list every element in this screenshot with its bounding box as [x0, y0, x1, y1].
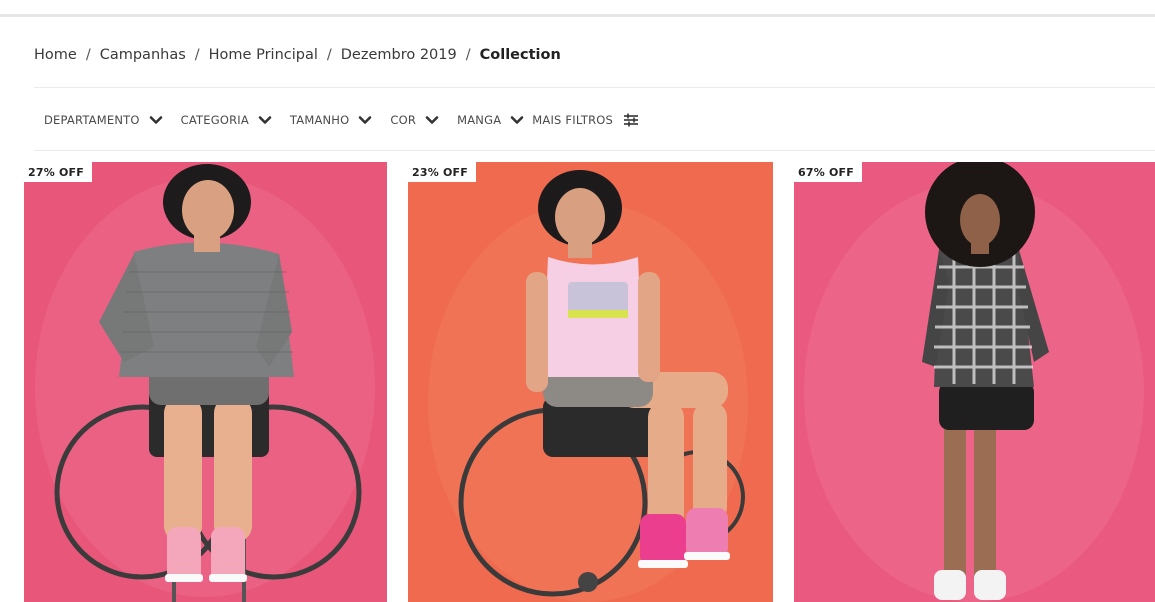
discount-badge: 23% OFF: [408, 162, 476, 182]
product-card[interactable]: 27% OFF: [24, 162, 387, 602]
filter-manga[interactable]: MANGA: [457, 113, 532, 127]
filter-label: MANGA: [457, 113, 502, 127]
more-filters-button[interactable]: MAIS FILTROS: [532, 113, 639, 127]
product-image[interactable]: [24, 162, 387, 602]
breadcrumb-dezembro-2019[interactable]: Dezembro 2019: [341, 47, 457, 63]
breadcrumb-separator: /: [85, 47, 91, 63]
filter-cor[interactable]: COR: [390, 113, 457, 127]
breadcrumb-home-principal[interactable]: Home Principal: [209, 47, 318, 63]
product-image[interactable]: [794, 162, 1155, 602]
discount-badge: 27% OFF: [24, 162, 92, 182]
breadcrumb: Home / Campanhas / Home Principal / Deze…: [34, 45, 561, 65]
chevron-down-icon: [258, 116, 272, 124]
filter-label: COR: [390, 113, 417, 127]
product-image[interactable]: [408, 162, 773, 602]
breadcrumb-campanhas[interactable]: Campanhas: [100, 47, 186, 63]
filter-bar: DEPARTAMENTO CATEGORIA TAMANHO COR MANGA…: [44, 110, 639, 130]
discount-badge: 67% OFF: [794, 162, 862, 182]
breadcrumb-current: Collection: [479, 47, 561, 63]
filter-tamanho[interactable]: TAMANHO: [290, 113, 391, 127]
chevron-down-icon: [510, 116, 524, 124]
chevron-down-icon: [149, 116, 162, 124]
filter-departamento[interactable]: DEPARTAMENTO: [44, 113, 181, 127]
more-filters-label: MAIS FILTROS: [532, 113, 614, 127]
breadcrumb-separator: /: [194, 47, 200, 63]
breadcrumb-divider: [34, 87, 1155, 88]
filter-label: CATEGORIA: [180, 113, 249, 127]
product-card[interactable]: 23% OFF: [408, 162, 773, 602]
breadcrumb-separator: /: [465, 47, 471, 63]
breadcrumb-separator: /: [326, 47, 332, 63]
chevron-down-icon: [425, 116, 439, 124]
filter-divider: [34, 150, 1155, 151]
filter-label: DEPARTAMENTO: [44, 113, 140, 127]
filter-categoria[interactable]: CATEGORIA: [181, 113, 290, 127]
filter-label: TAMANHO: [289, 113, 350, 127]
sliders-icon: [624, 113, 639, 127]
breadcrumb-home[interactable]: Home: [34, 47, 77, 63]
top-divider: [0, 14, 1155, 17]
product-card[interactable]: 67% OFF: [794, 162, 1155, 602]
chevron-down-icon: [359, 116, 372, 124]
